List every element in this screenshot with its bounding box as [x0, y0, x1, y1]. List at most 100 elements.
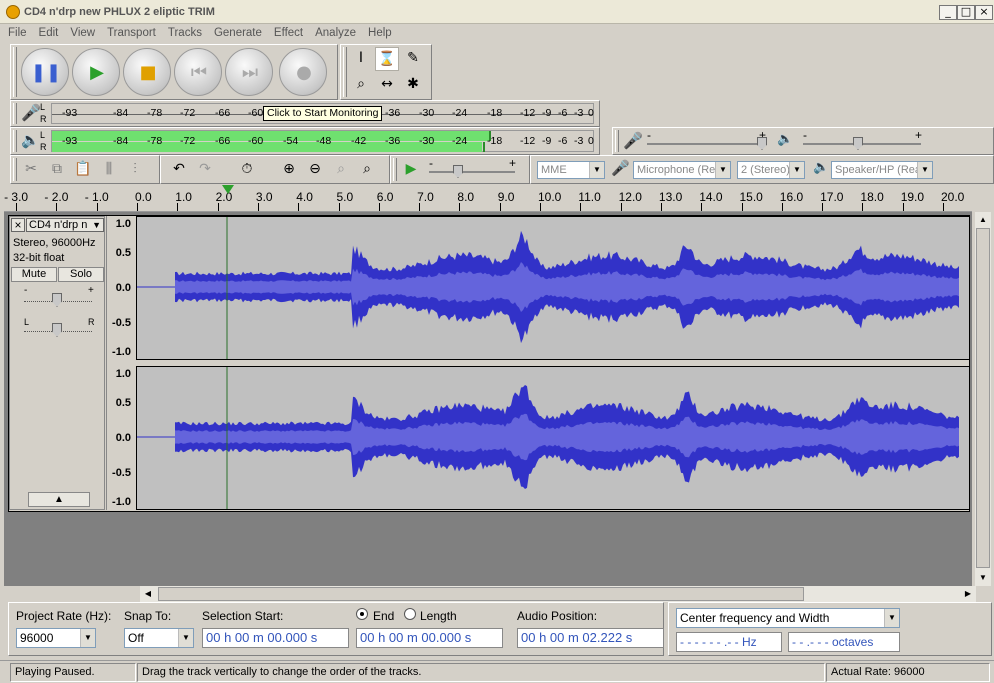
speed-slider-plus: + — [509, 156, 517, 170]
snap-to-select[interactable]: Off ▼ — [124, 628, 194, 648]
selection-start-time[interactable]: 00 h 00 m 00.000 s — [202, 628, 349, 648]
play-at-speed-icon[interactable]: ▶ — [399, 158, 423, 182]
solo-button[interactable]: Solo — [58, 267, 104, 282]
stop-button[interactable]: ■ — [123, 48, 171, 96]
toolbar-grip[interactable] — [393, 158, 397, 181]
end-radio[interactable] — [356, 608, 368, 620]
ruler-tick — [540, 203, 541, 211]
menu-generate[interactable]: Generate — [206, 24, 266, 39]
minimize-button[interactable]: _ — [939, 5, 957, 20]
close-button[interactable]: × — [975, 5, 993, 20]
chevron-down-icon: ▼ — [884, 609, 899, 627]
ruler-tick-label: 1.0 — [175, 190, 192, 204]
skip-to-start-button[interactable]: ⏮ — [174, 48, 222, 96]
speaker-icon[interactable]: 🔈 — [21, 131, 40, 149]
undo-icon[interactable]: ↶ — [167, 158, 191, 182]
mute-button[interactable]: Mute — [11, 267, 57, 282]
zoom-in-icon[interactable]: ⊕ — [277, 158, 301, 182]
output-volume-thumb[interactable] — [853, 137, 863, 150]
trim-icon[interactable]: ⫼ — [97, 158, 121, 182]
record-button[interactable]: ● — [279, 48, 327, 96]
gain-slider-thumb[interactable] — [52, 293, 62, 307]
audio-position-time[interactable]: 00 h 00 m 02.222 s — [517, 628, 664, 648]
menu-analyze[interactable]: Analyze — [307, 24, 360, 39]
input-device-select[interactable]: Microphone (Rea ▼ — [633, 161, 731, 179]
audio-host-select[interactable]: MME ▼ — [537, 161, 605, 179]
record-meter[interactable]: -93 -84 -78 -72 -66 -60 -36 -30 -24 -18 … — [51, 103, 594, 124]
zoom-out-icon[interactable]: ⊖ — [303, 158, 327, 182]
toolbar-grip[interactable] — [13, 103, 17, 124]
ruler-tick-label: 13.0 — [658, 190, 683, 204]
fit-selection-icon[interactable]: ⌕ — [329, 158, 353, 182]
multi-tool-icon[interactable]: ✱ — [401, 73, 425, 97]
skip-to-end-button[interactable]: ⏭ — [225, 48, 273, 96]
selection-end-time[interactable]: 00 h 00 m 00.000 s — [356, 628, 503, 648]
selection-tool-icon[interactable]: I — [349, 47, 373, 71]
ruler-tick — [419, 203, 421, 211]
paste-icon[interactable]: 📋 — [71, 158, 95, 182]
project-rate-select[interactable]: 96000 ▼ — [16, 628, 96, 648]
copy-icon[interactable]: ⧉ — [45, 158, 69, 182]
center-frequency-field[interactable]: - - - - - - .- - Hz — [676, 632, 782, 652]
vertical-scrollbar[interactable]: ▲ ▼ — [975, 212, 991, 586]
monitoring-tooltip[interactable]: Click to Start Monitoring — [263, 106, 383, 121]
toolbar-grip[interactable] — [13, 158, 17, 181]
play-button[interactable]: ▶ — [72, 48, 120, 96]
input-volume-slider[interactable] — [647, 143, 765, 145]
rec-scale-tick: -30 — [419, 107, 435, 119]
fit-project-icon[interactable]: ⌕ — [355, 158, 379, 182]
spectral-mode-select[interactable]: Center frequency and Width ▼ — [676, 608, 900, 628]
menu-effect[interactable]: Effect — [266, 24, 307, 39]
play-scale-tick: 0 — [588, 135, 594, 147]
track-name-menu[interactable]: CD4 n'drp n ▼ — [26, 218, 104, 232]
scroll-up-icon[interactable]: ▲ — [975, 212, 991, 228]
right-channel-waveform[interactable] — [136, 366, 970, 510]
toolbar-grip[interactable] — [343, 47, 347, 97]
speed-slider-thumb[interactable] — [453, 165, 463, 178]
ruler-tick — [137, 203, 138, 211]
playhead-marker-icon[interactable] — [222, 185, 234, 194]
timeline-ruler[interactable]: - 3.0- 2.0- 1.0 0.0 1.0 2.0 3.0 4.0 5.0 6.0 7.0 8… — [4, 185, 972, 212]
input-channels-select[interactable]: 2 (Stereo) ▼ — [737, 161, 805, 179]
vscale-label: -0.5 — [112, 467, 131, 479]
length-radio[interactable] — [404, 608, 416, 620]
width-octaves-field[interactable]: - - .- - - octaves — [788, 632, 900, 652]
left-channel-waveform[interactable] — [136, 216, 970, 360]
pan-right-label: R — [88, 317, 95, 327]
track-close-button[interactable]: × — [11, 218, 25, 232]
microphone-icon[interactable]: 🎤 — [21, 103, 41, 122]
toolbar-grip[interactable] — [615, 130, 619, 152]
silence-icon[interactable]: ⫶ — [123, 158, 147, 182]
input-volume-thumb[interactable] — [757, 137, 767, 150]
speed-slider[interactable] — [429, 171, 515, 173]
envelope-tool-icon[interactable]: ⌛ — [375, 47, 399, 71]
output-device-select[interactable]: Speaker/HP (Rea ▼ — [831, 161, 933, 179]
sync-lock-icon[interactable]: ⏱ — [235, 158, 259, 182]
zoom-tool-icon[interactable]: ⌕ — [349, 73, 373, 97]
pan-slider-thumb[interactable] — [52, 323, 62, 337]
collapse-track-button[interactable]: ▲ — [28, 492, 90, 507]
toolbar-grip[interactable] — [13, 130, 17, 152]
vertical-ruler[interactable]: 1.0 0.5 0.0 -0.5 -1.0 1.0 0.5 0.0 -0.5 -… — [106, 216, 136, 510]
time-shift-tool-icon[interactable]: ↔ — [375, 73, 399, 97]
snap-to-label: Snap To: — [124, 609, 172, 623]
cut-icon[interactable]: ✂ — [19, 158, 43, 182]
horizontal-scroll-thumb[interactable] — [158, 587, 804, 601]
scroll-down-icon[interactable]: ▼ — [975, 570, 991, 586]
ruler-tick — [378, 203, 380, 211]
menu-view[interactable]: View — [62, 24, 99, 39]
track-panel: × CD4 n'drp n ▼ Stereo, 96000Hz 32-bit fl… — [4, 212, 972, 586]
redo-icon[interactable]: ↷ — [193, 158, 217, 182]
playback-meter[interactable]: -93 -84 -78 -72 -66 -60 -54 -48 -42 -36 … — [51, 130, 594, 152]
menu-edit[interactable]: Edit — [31, 24, 63, 39]
menu-transport[interactable]: Transport — [99, 24, 160, 39]
draw-tool-icon[interactable]: ✎ — [401, 47, 425, 71]
maximize-button[interactable]: □ — [957, 5, 975, 20]
vertical-scroll-thumb[interactable] — [976, 228, 990, 568]
menu-help[interactable]: Help — [360, 24, 396, 39]
menu-tracks[interactable]: Tracks — [160, 24, 206, 39]
ruler-tick — [298, 203, 300, 211]
menu-file[interactable]: File — [0, 24, 31, 39]
toolbar-grip[interactable] — [13, 47, 17, 97]
pause-button[interactable]: ❚❚ — [21, 48, 69, 96]
